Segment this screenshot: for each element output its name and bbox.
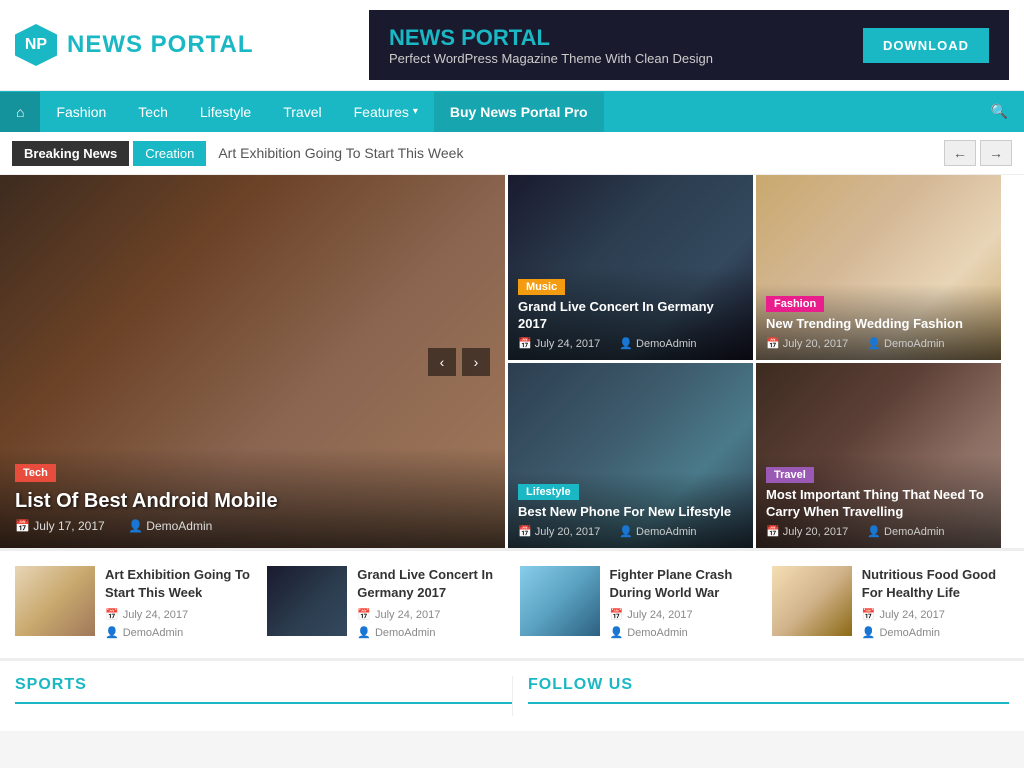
grid-title-1: Grand Live Concert In Germany 2017: [518, 299, 743, 333]
sports-title: SPORTS: [15, 676, 512, 704]
user-icon-2: 👤: [610, 625, 624, 643]
nav-travel[interactable]: Travel: [267, 92, 337, 132]
grid-badge-2: Fashion: [766, 296, 824, 312]
grid-overlay-2: Fashion New Trending Wedding Fashion 📅 J…: [756, 284, 1001, 360]
breaking-news-text: Art Exhibition Going To Start This Week: [218, 145, 944, 161]
hero-grid: ‹ › Tech List Of Best Android Mobile 📅 J…: [0, 175, 1024, 548]
thumb-image-0: [15, 566, 95, 636]
thumb-meta-0: 📅 July 24, 2017 👤 DemoAdmin: [105, 607, 252, 642]
grid-article-2[interactable]: Fashion New Trending Wedding Fashion 📅 J…: [756, 175, 1001, 360]
search-icon: 🔍: [991, 103, 1008, 119]
navigation: ⌂ Fashion Tech Lifestyle Travel Features…: [0, 91, 1024, 132]
logo-icon: NP: [15, 24, 57, 66]
grid-meta-1: 📅 July 24, 2017 👤 DemoAdmin: [518, 337, 743, 350]
calendar-icon-1: 📅: [357, 607, 371, 625]
ad-banner-text: NEWS PORTAL Perfect WordPress Magazine T…: [389, 25, 713, 66]
hero-main-article[interactable]: ‹ › Tech List Of Best Android Mobile 📅 J…: [0, 175, 505, 548]
breaking-news-arrows: ← →: [944, 140, 1012, 166]
thumb-meta-3: 📅 July 24, 2017 👤 DemoAdmin: [862, 607, 1009, 642]
header: NP NEWS PORTAL NEWS PORTAL Perfect WordP…: [0, 0, 1024, 91]
grid-title-3: Best New Phone For New Lifestyle: [518, 504, 743, 521]
grid-overlay-3: Lifestyle Best New Phone For New Lifesty…: [508, 472, 753, 548]
follow-title: FOLLOW US: [528, 676, 1009, 704]
nav-tech[interactable]: Tech: [122, 92, 184, 132]
ad-subtitle: Perfect WordPress Magazine Theme With Cl…: [389, 51, 713, 66]
nav-buy-pro[interactable]: Buy News Portal Pro: [434, 92, 604, 132]
thumb-info-2: Fighter Plane Crash During World War 📅 J…: [610, 566, 757, 643]
grid-title-2: New Trending Wedding Fashion: [766, 316, 991, 333]
thumb-item-0[interactable]: Art Exhibition Going To Start This Week …: [15, 566, 252, 643]
breaking-news-bar: Breaking News Creation Art Exhibition Go…: [0, 132, 1024, 175]
calendar-icon-2: 📅: [610, 607, 624, 625]
thumb-image-2: [520, 566, 600, 636]
hero-author: 👤 DemoAdmin: [128, 519, 222, 533]
breaking-news-tag: Creation: [133, 141, 206, 166]
main-content: ‹ › Tech List Of Best Android Mobile 📅 J…: [0, 175, 1024, 731]
calendar-icon-3: 📅: [862, 607, 876, 625]
hero-date: 📅 July 17, 2017: [15, 519, 115, 533]
hero-navigation: ‹ ›: [428, 348, 490, 376]
home-icon: ⌂: [16, 104, 24, 120]
thumb-item-1[interactable]: Grand Live Concert In Germany 2017 📅 Jul…: [267, 566, 504, 643]
ad-download-button[interactable]: DOWNLOAD: [863, 28, 989, 63]
grid-meta-4: 📅 July 20, 2017 👤 DemoAdmin: [766, 525, 991, 538]
thumb-title-0: Art Exhibition Going To Start This Week: [105, 566, 252, 602]
nav-lifestyle[interactable]: Lifestyle: [184, 92, 267, 132]
thumb-item-2[interactable]: Fighter Plane Crash During World War 📅 J…: [520, 566, 757, 643]
hero-title: List Of Best Android Mobile: [15, 488, 490, 514]
grid-badge-4: Travel: [766, 467, 814, 483]
breaking-next-button[interactable]: →: [980, 140, 1012, 166]
nav-fashion[interactable]: Fashion: [40, 92, 122, 132]
bottom-sections: SPORTS FOLLOW US: [0, 658, 1024, 731]
thumb-info-0: Art Exhibition Going To Start This Week …: [105, 566, 252, 643]
grid-badge-1: Music: [518, 279, 565, 295]
grid-meta-2: 📅 July 20, 2017 👤 DemoAdmin: [766, 337, 991, 350]
grid-article-3[interactable]: Lifestyle Best New Phone For New Lifesty…: [508, 363, 753, 548]
ad-title: NEWS PORTAL: [389, 25, 713, 51]
follow-section: FOLLOW US: [512, 676, 1009, 716]
hero-prev-button[interactable]: ‹: [428, 348, 456, 376]
thumb-item-3[interactable]: Nutritious Food Good For Healthy Life 📅 …: [772, 566, 1009, 643]
calendar-icon-0: 📅: [105, 607, 119, 625]
thumb-info-1: Grand Live Concert In Germany 2017 📅 Jul…: [357, 566, 504, 643]
nav-search-button[interactable]: 🔍: [975, 91, 1024, 132]
user-icon-3: 👤: [862, 625, 876, 643]
hero-meta: 📅 July 17, 2017 👤 DemoAdmin: [15, 519, 490, 533]
thumb-image-1: [267, 566, 347, 636]
breaking-prev-button[interactable]: ←: [944, 140, 976, 166]
hero-overlay: Tech List Of Best Android Mobile 📅 July …: [0, 448, 505, 548]
thumb-title-2: Fighter Plane Crash During World War: [610, 566, 757, 602]
hero-next-button[interactable]: ›: [462, 348, 490, 376]
logo-text: NEWS PORTAL: [67, 31, 254, 59]
grid-overlay-1: Music Grand Live Concert In Germany 2017…: [508, 267, 753, 360]
grid-article-1[interactable]: Music Grand Live Concert In Germany 2017…: [508, 175, 753, 360]
sports-section: SPORTS: [15, 676, 512, 716]
grid-title-4: Most Important Thing That Need To Carry …: [766, 487, 991, 521]
hero-badge: Tech: [15, 464, 56, 482]
thumb-title-1: Grand Live Concert In Germany 2017: [357, 566, 504, 602]
ad-banner: NEWS PORTAL Perfect WordPress Magazine T…: [369, 10, 1009, 80]
thumb-title-3: Nutritious Food Good For Healthy Life: [862, 566, 1009, 602]
breaking-news-label: Breaking News: [12, 141, 129, 166]
thumb-meta-2: 📅 July 24, 2017 👤 DemoAdmin: [610, 607, 757, 642]
grid-overlay-4: Travel Most Important Thing That Need To…: [756, 455, 1001, 548]
thumb-image-3: [772, 566, 852, 636]
logo: NP NEWS PORTAL: [15, 24, 254, 66]
user-icon-0: 👤: [105, 625, 119, 643]
nav-home[interactable]: ⌂: [0, 92, 40, 132]
grid-meta-3: 📅 July 20, 2017 👤 DemoAdmin: [518, 525, 743, 538]
grid-article-4[interactable]: Travel Most Important Thing That Need To…: [756, 363, 1001, 548]
thumb-info-3: Nutritious Food Good For Healthy Life 📅 …: [862, 566, 1009, 643]
thumbnails-row: Art Exhibition Going To Start This Week …: [0, 548, 1024, 658]
nav-features[interactable]: Features: [338, 92, 434, 132]
grid-badge-3: Lifestyle: [518, 484, 579, 500]
thumb-meta-1: 📅 July 24, 2017 👤 DemoAdmin: [357, 607, 504, 642]
user-icon-1: 👤: [357, 625, 371, 643]
